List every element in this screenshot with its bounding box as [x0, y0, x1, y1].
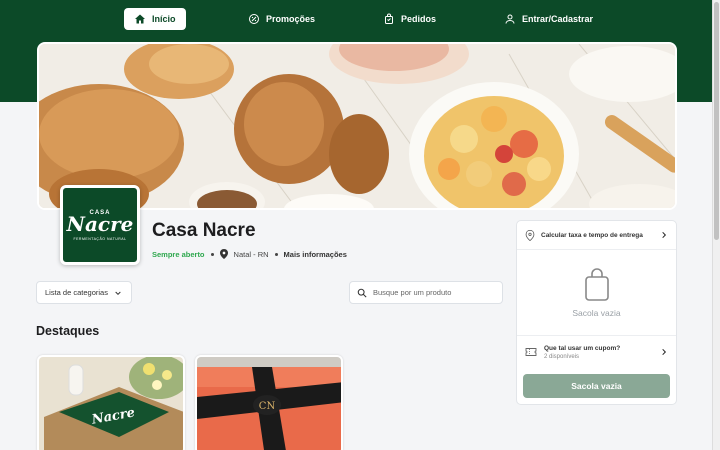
more-info-link[interactable]: Mais informações	[284, 250, 347, 259]
store-location: Natal - RN	[233, 249, 269, 259]
location-pin-icon	[525, 229, 535, 241]
discount-icon	[249, 14, 259, 24]
bag-icon	[385, 13, 393, 24]
cart-panel: Calcular taxa e tempo de entrega Sacola …	[516, 220, 677, 405]
logo-brand-text: Nacre	[66, 211, 134, 236]
category-dropdown[interactable]: Lista de categorias	[36, 281, 132, 304]
product-card[interactable]: CN	[195, 355, 343, 450]
home-icon	[135, 14, 145, 24]
coupon-row[interactable]: Que tal usar um cupom? 2 disponíveis	[517, 336, 676, 368]
empty-cart-state: Sacola vazia	[517, 250, 676, 336]
shopping-bag-icon	[584, 267, 609, 301]
coupon-title: Que tal usar um cupom?	[544, 344, 621, 352]
delivery-calculator-label: Calcular taxa e tempo de entrega	[541, 231, 643, 239]
store-meta: Sempre aberto Natal - RN Mais informaçõe…	[152, 249, 347, 259]
store-status: Sempre aberto	[152, 249, 205, 259]
nav-orders[interactable]: Pedidos	[383, 8, 436, 30]
empty-cart-label: Sacola vazia	[572, 307, 621, 318]
nav-home[interactable]: Início	[124, 8, 186, 30]
store-logo: CASA Nacre FERMENTAÇÃO NATURAL	[60, 185, 140, 265]
search-icon	[357, 288, 367, 298]
delivery-calculator[interactable]: Calcular taxa e tempo de entrega	[517, 221, 676, 250]
search-input[interactable]	[373, 288, 493, 297]
product-image: CN	[197, 357, 341, 450]
nav-promotions[interactable]: Promoções	[248, 8, 315, 30]
coupon-text: Que tal usar um cupom? 2 disponíveis	[544, 345, 620, 360]
user-icon	[505, 14, 515, 24]
nav-home-label: Início	[152, 14, 176, 24]
category-dropdown-label: Lista de categorias	[45, 288, 108, 297]
chevron-down-icon	[115, 291, 121, 295]
product-search	[349, 281, 503, 304]
svg-text:CN: CN	[259, 401, 276, 412]
page-scrollbar[interactable]	[712, 0, 720, 450]
separator-dot	[210, 252, 214, 256]
product-card[interactable]: Nacre	[37, 355, 185, 450]
nav-login-label: Entrar/Cadastrar	[522, 14, 594, 24]
featured-section-title: Destaques	[36, 324, 100, 338]
checkout-button[interactable]: Sacola vazia	[523, 374, 670, 398]
store-name: Casa Nacre	[152, 220, 256, 241]
chevron-right-icon	[662, 231, 667, 239]
nav-login[interactable]: Entrar/Cadastrar	[504, 8, 593, 30]
product-image: Nacre	[39, 357, 183, 450]
nav-promotions-label: Promoções	[266, 14, 316, 24]
logo-tagline: FERMENTAÇÃO NATURAL	[73, 236, 127, 241]
location-pin-icon	[219, 249, 228, 259]
ticket-icon	[525, 348, 537, 356]
scrollbar-thumb[interactable]	[714, 2, 719, 240]
main-nav: Início Promoções Pedidos Entrar/Cadastra…	[0, 8, 712, 30]
coupon-available-count: 2 disponíveis	[544, 353, 580, 360]
separator-dot	[274, 252, 278, 256]
chevron-right-icon	[662, 348, 667, 356]
nav-orders-label: Pedidos	[401, 14, 437, 24]
